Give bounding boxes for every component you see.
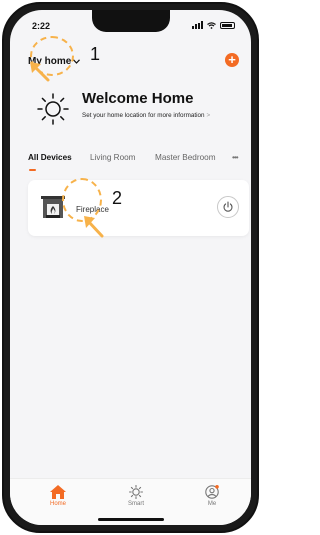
tab-all-devices[interactable]: All Devices xyxy=(28,153,72,162)
nav-home-label: Home xyxy=(49,501,66,507)
active-tab-indicator xyxy=(29,169,36,171)
battery-icon xyxy=(220,21,235,29)
more-rooms-icon[interactable]: ••• xyxy=(232,153,239,162)
cellular-signal-icon xyxy=(192,21,203,29)
nav-home[interactable]: Home xyxy=(38,485,78,507)
app-screen: 2:22 My home + Welcome Home Set your hom… xyxy=(10,10,251,525)
nav-me[interactable]: Me xyxy=(192,485,232,507)
home-icon xyxy=(50,485,66,499)
welcome-subtitle[interactable]: Set your home location for more informat… xyxy=(82,112,210,119)
tab-master-bedroom[interactable]: Master Bedroom xyxy=(155,153,216,162)
status-time: 2:22 xyxy=(32,21,51,31)
chevron-right-icon: > xyxy=(206,112,211,119)
plus-icon: + xyxy=(228,52,236,67)
sun-icon xyxy=(37,93,69,125)
status-icons xyxy=(192,21,235,29)
bottom-navigation: Home Smart Me xyxy=(10,478,251,525)
nav-me-label: Me xyxy=(207,501,217,507)
home-indicator xyxy=(98,518,164,521)
chevron-down-icon xyxy=(73,59,81,64)
add-button[interactable]: + xyxy=(225,53,239,67)
room-tabs: All Devices Living Room Master Bedroom •… xyxy=(28,153,243,167)
annotation-number-1: 1 xyxy=(90,44,101,64)
location-prompt: Set your home location for more informat… xyxy=(82,112,205,119)
power-icon xyxy=(223,201,233,212)
nav-smart-label: Smart xyxy=(127,501,144,507)
annotation-arrow-1-icon xyxy=(30,62,50,82)
nav-smart[interactable]: Smart xyxy=(116,485,156,507)
welcome-title: Welcome Home xyxy=(82,90,194,107)
profile-icon xyxy=(205,485,219,499)
device-card-fireplace[interactable]: Fireplace xyxy=(28,180,249,236)
power-button[interactable] xyxy=(217,196,239,218)
tab-living-room[interactable]: Living Room xyxy=(90,153,136,162)
annotation-arrow-2-icon xyxy=(84,216,104,238)
wifi-icon xyxy=(207,21,216,29)
smart-icon xyxy=(128,485,144,499)
annotation-number-2: 2 xyxy=(112,188,123,208)
